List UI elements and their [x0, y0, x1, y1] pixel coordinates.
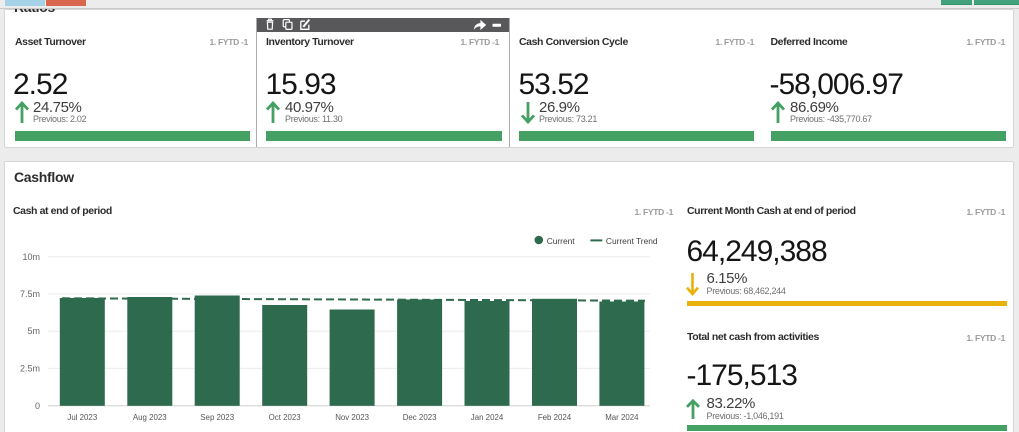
svg-text:Jan 2024: Jan 2024: [471, 413, 504, 422]
svg-text:Oct 2023: Oct 2023: [269, 413, 302, 422]
svg-text:Feb 2024: Feb 2024: [538, 413, 572, 422]
svg-text:Mar 2024: Mar 2024: [605, 413, 639, 422]
svg-text:Dec 2023: Dec 2023: [403, 413, 437, 422]
svg-text:Current: Current: [547, 236, 576, 246]
svg-text:7.5m: 7.5m: [20, 289, 40, 299]
svg-text:Jul 2023: Jul 2023: [67, 413, 97, 422]
svg-text:2.5m: 2.5m: [20, 363, 40, 373]
svg-text:Aug 2023: Aug 2023: [133, 413, 167, 422]
svg-text:Current Trend: Current Trend: [606, 236, 658, 246]
svg-text:0: 0: [35, 401, 40, 411]
svg-text:5m: 5m: [27, 326, 40, 336]
svg-text:Nov 2023: Nov 2023: [335, 413, 369, 422]
svg-text:Sep 2023: Sep 2023: [200, 413, 234, 422]
svg-text:10m: 10m: [22, 252, 40, 262]
